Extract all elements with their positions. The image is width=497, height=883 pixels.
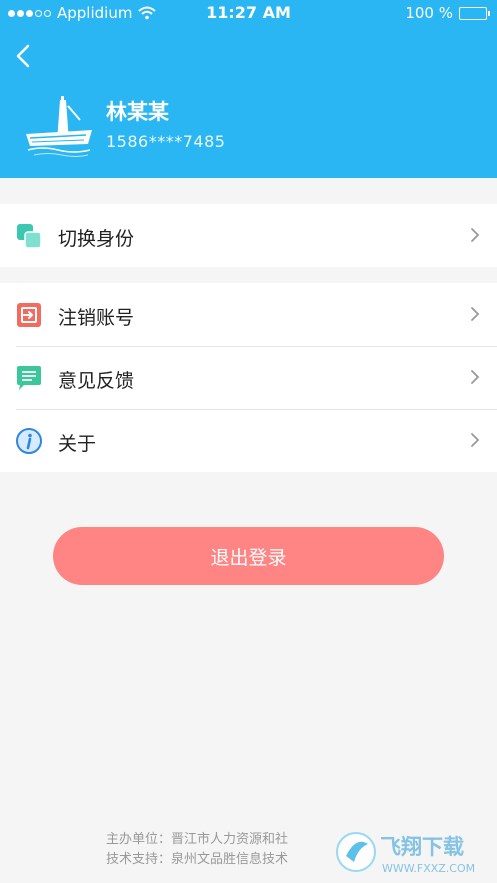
menu-group-identity: 切换身份 bbox=[0, 204, 497, 267]
watermark-title: 飞翔下载 bbox=[380, 835, 464, 859]
menu-item-cancel-account[interactable]: 注销账号 bbox=[0, 283, 497, 346]
user-phone: 1586****7485 bbox=[106, 132, 226, 151]
chevron-right-icon bbox=[471, 228, 480, 242]
footer-tech-support: 技术支持：泉州文品胜信息技术 bbox=[106, 852, 289, 867]
watermark-logo: 飞翔下载 WWW.FXXZ.COM bbox=[336, 832, 475, 875]
battery-icon bbox=[459, 6, 490, 20]
chevron-right-icon bbox=[471, 433, 480, 447]
menu-item-switch-identity[interactable]: 切换身份 bbox=[0, 204, 497, 267]
avatar[interactable] bbox=[22, 94, 94, 160]
menu-item-label: 意见反馈 bbox=[58, 370, 135, 392]
footer-organizer: 主办单位：晋江市人力资源和社 bbox=[106, 832, 289, 847]
logout-button[interactable]: 退出登录 bbox=[53, 527, 444, 585]
status-right: 100 % bbox=[405, 4, 490, 22]
menu-item-feedback[interactable]: 意见反馈 bbox=[0, 346, 497, 409]
footer-credits: 主办单位：晋江市人力资源和社 技术支持：泉州文品胜信息技术 bbox=[106, 830, 288, 870]
info-icon bbox=[16, 428, 42, 454]
switch-identity-icon bbox=[17, 224, 42, 249]
cancel-account-icon bbox=[17, 303, 41, 327]
menu-item-label: 关于 bbox=[58, 433, 97, 455]
user-name: 林某某 bbox=[106, 100, 169, 124]
back-arrow-icon[interactable] bbox=[12, 42, 36, 70]
feedback-icon bbox=[17, 366, 41, 390]
menu-item-about[interactable]: 关于 bbox=[0, 409, 497, 472]
profile-header: Applidium 11:27 AM 100 % 林某某 1586****748… bbox=[0, 0, 497, 178]
menu-item-label: 切换身份 bbox=[58, 228, 135, 250]
menu-item-label: 注销账号 bbox=[58, 307, 135, 329]
battery-percent: 100 % bbox=[405, 4, 453, 22]
watermark-url: WWW.FXXZ.COM bbox=[382, 862, 475, 875]
chevron-right-icon bbox=[471, 370, 480, 384]
chevron-right-icon bbox=[471, 307, 480, 321]
status-bar: Applidium 11:27 AM 100 % bbox=[0, 0, 497, 26]
menu-group-settings: 注销账号 意见反馈 关于 bbox=[0, 283, 497, 472]
